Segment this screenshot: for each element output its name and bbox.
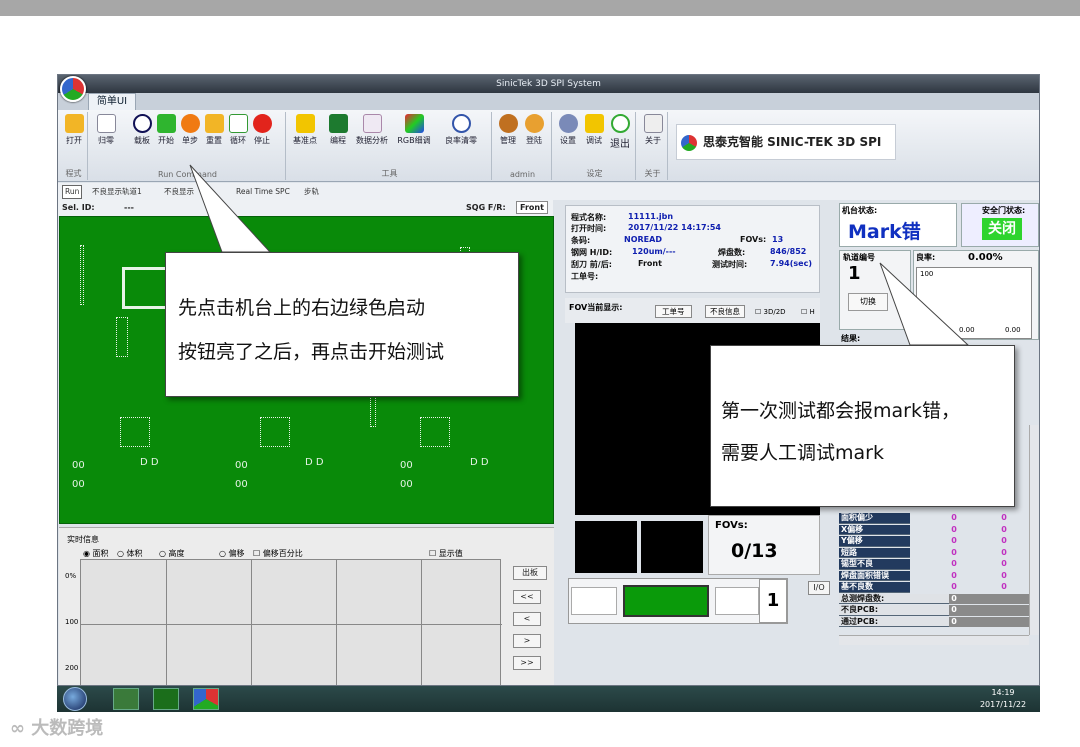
callout-text: 需要人工调试mark <box>721 442 884 464</box>
instruction-callout-left: 先点击机台上的右边绿色启动 按钮亮了之后，再点击开始测试 <box>165 252 519 397</box>
callout-text: 先点击机台上的右边绿色启动 <box>178 297 426 319</box>
watermark-icon: ∞ <box>10 718 25 739</box>
watermark: ∞ 大数跨境 <box>10 718 104 739</box>
callout-text: 按钮亮了之后，再点击开始测试 <box>178 341 445 363</box>
app-logo-icon[interactable] <box>60 76 86 102</box>
instruction-callout-right: 第一次测试都会报mark错， 需要人工调试mark <box>710 345 1015 507</box>
callout-text: 第一次测试都会报mark错， <box>721 400 960 422</box>
